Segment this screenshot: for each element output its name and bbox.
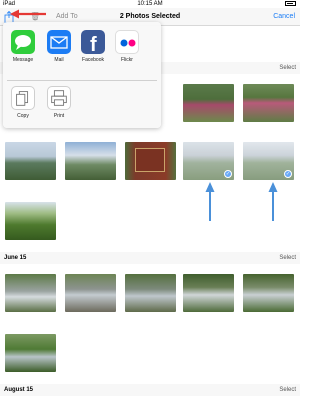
select-button[interactable]: Select	[279, 252, 296, 264]
photo-thumbnail[interactable]	[183, 84, 234, 122]
share-action-label: Print	[53, 113, 65, 119]
svg-text:f: f	[90, 34, 97, 54]
section-header: June 15 Select	[0, 252, 300, 264]
photo-thumbnail[interactable]	[243, 84, 294, 122]
cancel-button[interactable]: Cancel	[273, 13, 295, 20]
select-button[interactable]: Select	[279, 62, 296, 74]
share-app-label: Mail	[54, 57, 64, 63]
photo-thumbnail[interactable]	[65, 274, 116, 312]
share-app-mail[interactable]: Mail	[45, 30, 73, 63]
blue-arrow-annotation	[205, 182, 215, 221]
message-icon	[11, 30, 35, 54]
battery-icon	[283, 0, 296, 8]
red-arrow-annotation	[10, 9, 46, 19]
share-app-facebook[interactable]: f Facebook	[79, 30, 107, 63]
section-title: August 15	[4, 387, 34, 393]
photo-thumbnail-selected[interactable]: ✓	[183, 142, 234, 180]
flickr-icon	[115, 30, 139, 54]
photo-thumbnail[interactable]	[125, 274, 176, 312]
facebook-icon: f	[81, 30, 105, 54]
mail-icon	[47, 30, 71, 54]
section-title: June 15	[4, 255, 27, 261]
share-app-label: Flickr	[121, 57, 133, 63]
share-app-flickr[interactable]: Flickr	[113, 30, 141, 63]
photo-thumbnail-selected[interactable]: ✓	[243, 142, 294, 180]
divider	[7, 80, 157, 81]
photo-thumbnail[interactable]	[125, 142, 176, 180]
checkmark-icon: ✓	[284, 170, 292, 178]
print-icon	[47, 86, 71, 110]
copy-icon	[11, 86, 35, 110]
share-action-copy[interactable]: Copy	[9, 86, 37, 119]
share-sheet: Message Mail f Facebook Flickr Copy Prin…	[3, 22, 161, 128]
photo-thumbnail[interactable]	[5, 334, 56, 372]
share-action-label: Copy	[17, 113, 29, 119]
checkmark-icon: ✓	[224, 170, 232, 178]
photo-thumbnail[interactable]	[5, 142, 56, 180]
section-header: August 15 Select	[0, 384, 300, 396]
share-action-print[interactable]: Print	[45, 86, 73, 119]
share-app-message[interactable]: Message	[9, 30, 37, 63]
photo-thumbnail[interactable]	[5, 202, 56, 240]
photo-thumbnail[interactable]	[65, 142, 116, 180]
status-bar: iPad 10:15 AM	[0, 0, 300, 8]
photo-thumbnail[interactable]	[5, 274, 56, 312]
clock: 10:15 AM	[137, 1, 163, 7]
photo-thumbnail[interactable]	[183, 274, 234, 312]
photo-thumbnail[interactable]	[243, 274, 294, 312]
select-button[interactable]: Select	[279, 384, 296, 396]
blue-arrow-annotation	[268, 182, 278, 221]
share-app-label: Facebook	[82, 57, 104, 63]
share-app-label: Message	[12, 57, 34, 63]
